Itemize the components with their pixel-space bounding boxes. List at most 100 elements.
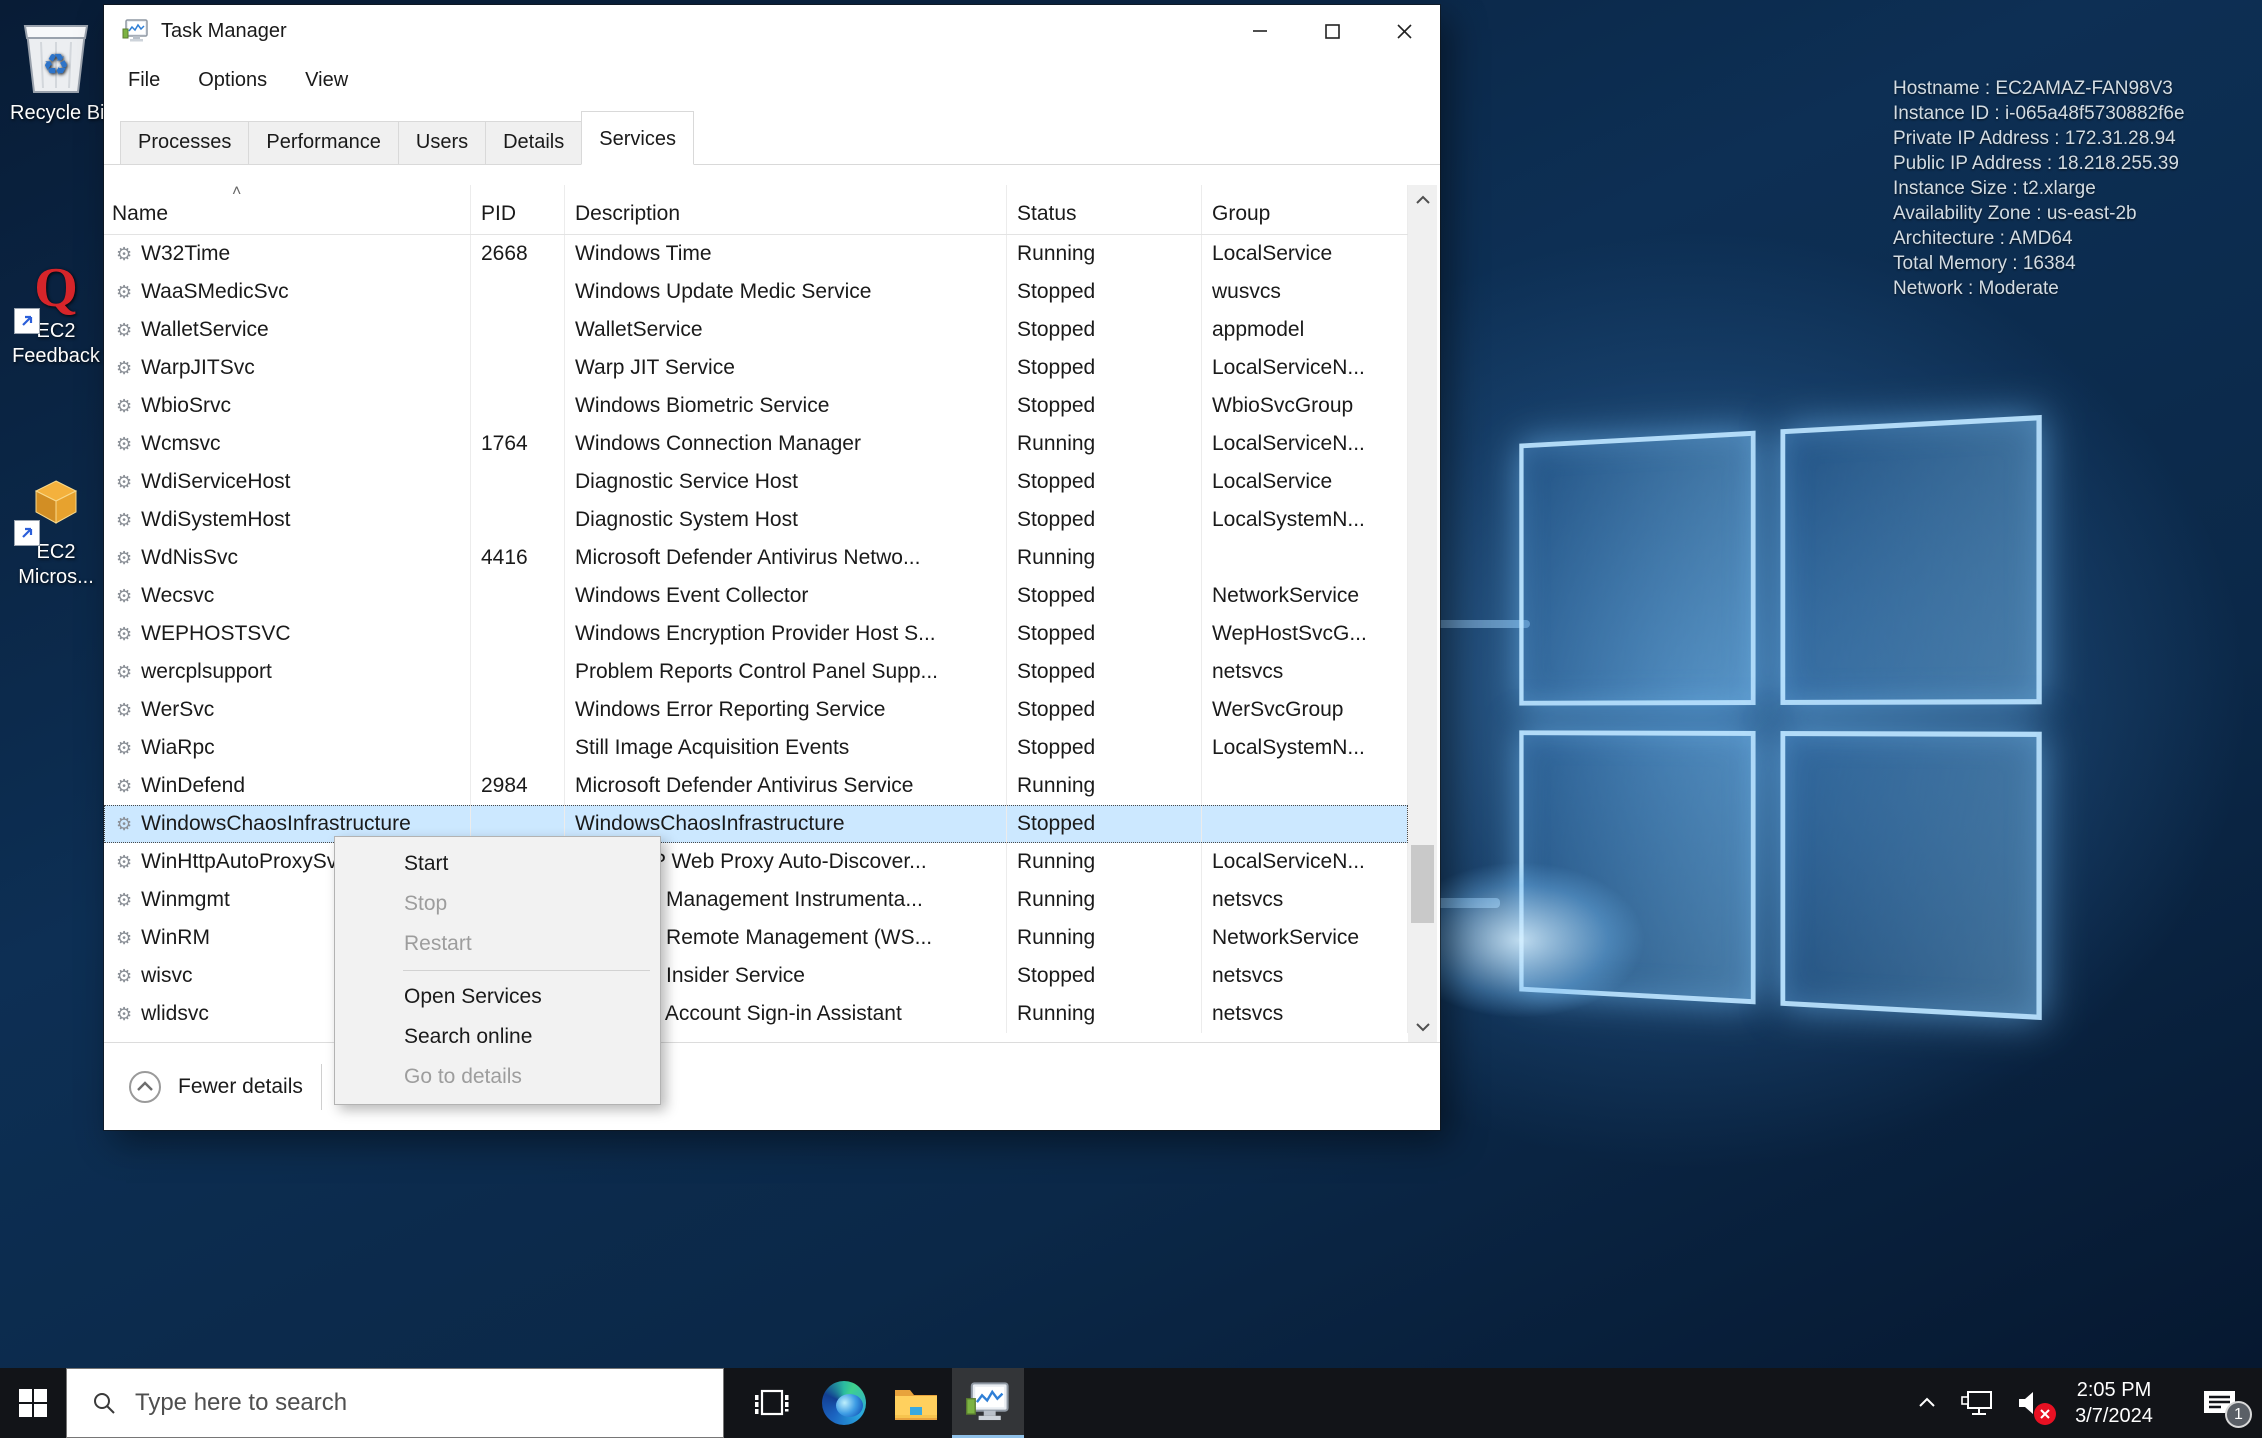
action-center-button[interactable]: 1 xyxy=(2196,1382,2244,1424)
context-menu-item-start[interactable]: Start xyxy=(335,844,660,884)
menu-options[interactable]: Options xyxy=(198,69,267,92)
service-group-cell: NetworkService xyxy=(1202,919,1408,957)
scroll-down-button[interactable] xyxy=(1408,1012,1437,1042)
start-button[interactable] xyxy=(0,1368,66,1438)
mute-badge-icon xyxy=(2034,1403,2056,1425)
table-row[interactable]: ⚙ WalletService WalletService Stopped ap… xyxy=(104,311,1408,349)
system-info-line: Network : Moderate xyxy=(1893,276,2185,301)
column-header-description[interactable]: Description xyxy=(565,185,1007,234)
context-menu-item-restart: Restart xyxy=(335,924,660,964)
column-header-name[interactable]: Name xyxy=(104,185,471,234)
service-group-cell: netsvcs xyxy=(1202,957,1408,995)
taskbar-clock[interactable]: 2:05 PM 3/7/2024 xyxy=(2060,1377,2168,1429)
service-description-cell: Windows Connection Manager xyxy=(565,425,1007,463)
service-name-cell: ⚙ WalletService xyxy=(104,311,471,349)
service-pid-cell xyxy=(471,349,565,387)
service-status-cell: Running xyxy=(1007,767,1202,805)
table-row[interactable]: ⚙ WdiSystemHost Diagnostic System Host S… xyxy=(104,501,1408,539)
service-pid-cell xyxy=(471,577,565,615)
gear-icon: ⚙ xyxy=(116,890,132,911)
close-button[interactable] xyxy=(1368,5,1440,57)
column-header-pid[interactable]: PID xyxy=(471,185,565,234)
tab-performance[interactable]: Performance xyxy=(248,121,399,165)
gear-icon: ⚙ xyxy=(116,814,132,835)
table-row[interactable]: ⚙ WinRM Windows Remote Management (WS...… xyxy=(104,919,1408,957)
edge-browser-button[interactable] xyxy=(808,1368,880,1438)
table-row[interactable]: ⚙ Winmgmt Windows Management Instrumenta… xyxy=(104,881,1408,919)
service-group-cell: WbioSvcGroup xyxy=(1202,387,1408,425)
service-group-cell: netsvcs xyxy=(1202,881,1408,919)
menu-view[interactable]: View xyxy=(305,69,348,92)
context-menu-item-search-online[interactable]: Search online xyxy=(335,1017,660,1057)
network-status-button[interactable] xyxy=(1954,1382,2000,1424)
table-row[interactable]: ⚙ WerSvc Windows Error Reporting Service… xyxy=(104,691,1408,729)
vertical-scrollbar[interactable] xyxy=(1408,185,1437,1042)
service-name-cell: ⚙ WiaRpc xyxy=(104,729,471,767)
notification-badge: 1 xyxy=(2225,1401,2252,1428)
gear-icon: ⚙ xyxy=(116,548,132,569)
tab-processes[interactable]: Processes xyxy=(120,121,249,165)
file-explorer-button[interactable] xyxy=(880,1368,952,1438)
task-manager-taskbar-button[interactable] xyxy=(952,1368,1024,1438)
service-status-cell: Running xyxy=(1007,843,1202,881)
table-row[interactable]: ⚙ WiaRpc Still Image Acquisition Events … xyxy=(104,729,1408,767)
task-manager-icon xyxy=(965,1380,1011,1426)
table-row[interactable]: ⚙ wercplsupport Problem Reports Control … xyxy=(104,653,1408,691)
task-view-button[interactable] xyxy=(736,1368,808,1438)
context-menu: StartStopRestartOpen ServicesSearch onli… xyxy=(334,836,661,1105)
tab-services[interactable]: Services xyxy=(581,111,694,165)
scroll-up-button[interactable] xyxy=(1408,185,1437,215)
desktop-icon-recycle-bin[interactable]: ♻ Recycle Bin xyxy=(10,14,102,126)
table-row[interactable]: ⚙ W32Time 2668 Windows Time Running Loca… xyxy=(104,235,1408,273)
table-row[interactable]: ⚙ Wcmsvc 1764 Windows Connection Manager… xyxy=(104,425,1408,463)
table-row[interactable]: ⚙ WaaSMedicSvc Windows Update Medic Serv… xyxy=(104,273,1408,311)
menu-bar: File Options View xyxy=(104,57,1440,103)
minimize-button[interactable] xyxy=(1224,5,1296,57)
chevron-up-circle-icon xyxy=(128,1070,162,1104)
service-pid-cell xyxy=(471,691,565,729)
context-menu-item-open-services[interactable]: Open Services xyxy=(335,977,660,1017)
fewer-details-button[interactable]: Fewer details xyxy=(128,1070,303,1104)
cube-icon xyxy=(33,478,79,526)
table-row[interactable]: ⚙ WdNisSvc 4416 Microsoft Defender Antiv… xyxy=(104,539,1408,577)
gear-icon: ⚙ xyxy=(116,928,132,949)
service-status-cell: Stopped xyxy=(1007,577,1202,615)
desktop-icon-ec2-feedback[interactable]: Q EC2 Feedback xyxy=(8,256,104,369)
table-row[interactable]: ⚙ Wecsvc Windows Event Collector Stopped… xyxy=(104,577,1408,615)
taskbar-search[interactable] xyxy=(66,1368,724,1438)
title-bar: Task Manager xyxy=(104,5,1440,57)
maximize-button[interactable] xyxy=(1296,5,1368,57)
search-input[interactable] xyxy=(135,1369,723,1437)
table-row[interactable]: ⚙ WinHttpAutoProxySvc WinHTTP Web Proxy … xyxy=(104,843,1408,881)
footer-divider xyxy=(321,1064,322,1110)
tab-users[interactable]: Users xyxy=(398,121,486,165)
gear-icon: ⚙ xyxy=(116,320,132,341)
table-row[interactable]: ⚙ WarpJITSvc Warp JIT Service Stopped Lo… xyxy=(104,349,1408,387)
service-group-cell: NetworkService xyxy=(1202,577,1408,615)
gear-icon: ⚙ xyxy=(116,852,132,873)
table-row[interactable]: ⚙ wlidsvc Microsoft Account Sign-in Assi… xyxy=(104,995,1408,1033)
close-icon xyxy=(1394,21,1414,41)
table-row[interactable]: ⚙ WEPHOSTSVC Windows Encryption Provider… xyxy=(104,615,1408,653)
tray-expand-button[interactable] xyxy=(1910,1389,1944,1417)
fewer-details-label: Fewer details xyxy=(178,1075,303,1099)
volume-muted-button[interactable] xyxy=(2010,1383,2050,1423)
table-row[interactable]: ⚙ WdiServiceHost Diagnostic Service Host… xyxy=(104,463,1408,501)
system-info-line: Architecture : AMD64 xyxy=(1893,226,2185,251)
menu-file[interactable]: File xyxy=(128,69,160,92)
table-row[interactable]: ⚙ WbioSrvc Windows Biometric Service Sto… xyxy=(104,387,1408,425)
column-header-status[interactable]: Status xyxy=(1007,185,1202,234)
service-pid-cell xyxy=(471,463,565,501)
shortcut-arrow-icon xyxy=(14,520,40,546)
gear-icon: ⚙ xyxy=(116,624,132,645)
gear-icon: ⚙ xyxy=(116,510,132,531)
scrollbar-thumb[interactable] xyxy=(1411,845,1434,923)
column-header-group[interactable]: Group xyxy=(1202,185,1408,234)
system-info-line: Instance ID : i-065a48f5730882f6e xyxy=(1893,101,2185,126)
table-row[interactable]: ⚙ wisvc Windows Insider Service Stopped … xyxy=(104,957,1408,995)
table-row[interactable]: ⚙ WinDefend 2984 Microsoft Defender Anti… xyxy=(104,767,1408,805)
desktop-icon-ec2-microsoft[interactable]: EC2 Micros... xyxy=(8,470,104,590)
table-row[interactable]: ⚙ WindowsChaosInfrastructure WindowsChao… xyxy=(104,805,1408,843)
tab-details[interactable]: Details xyxy=(485,121,582,165)
file-explorer-icon xyxy=(893,1383,939,1423)
